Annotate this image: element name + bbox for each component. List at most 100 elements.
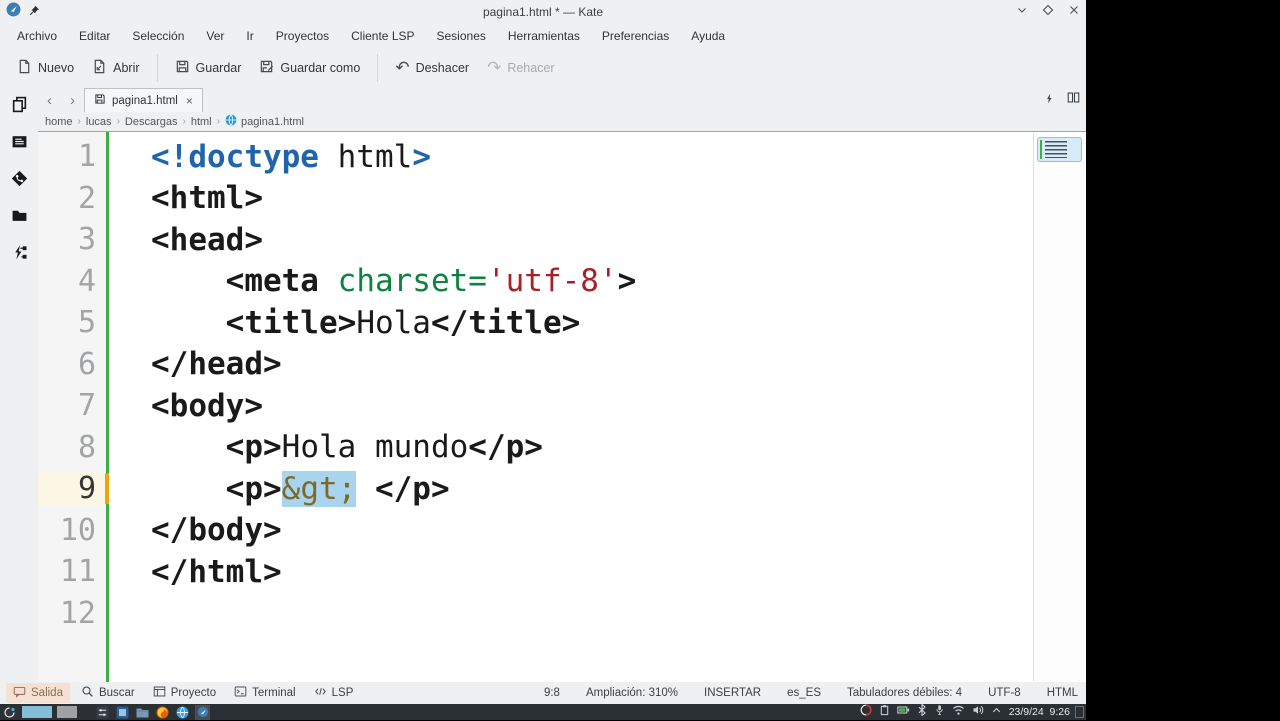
history-forward-icon[interactable]: ›	[61, 92, 84, 109]
token: html	[319, 139, 412, 175]
sidebar-tool-symbols[interactable]	[0, 236, 38, 273]
token: <title>	[226, 305, 357, 341]
menu-archivo[interactable]: Archivo	[6, 25, 68, 47]
code-line[interactable]: 9 <p>&gt; </p>	[38, 468, 1086, 510]
code-line[interactable]: 4 <meta charset='utf-8'>	[38, 261, 1086, 303]
close-button[interactable]	[1068, 3, 1080, 21]
editor[interactable]: 1<!doctype html>2<html>3<head>4 <meta ch…	[38, 131, 1086, 682]
kate-task-icon[interactable]	[195, 705, 210, 720]
code-line[interactable]: 8 <p>Hola mundo</p>	[38, 427, 1086, 469]
code-line[interactable]: 7<body>	[38, 385, 1086, 427]
statusbar-tool-lsp[interactable]: LSP	[307, 683, 361, 703]
guardar-como-button[interactable]: Guardar como	[250, 53, 369, 83]
history-back-icon[interactable]: ‹	[38, 92, 61, 109]
breadcrumb-file[interactable]: pagina1.html	[222, 114, 304, 129]
guardar-button[interactable]: Guardar	[166, 53, 251, 83]
code-line[interactable]: 12	[38, 593, 1086, 635]
maximize-button[interactable]	[1042, 3, 1054, 21]
wifi-tray-icon[interactable]	[952, 703, 965, 721]
battery-tray-icon[interactable]	[897, 703, 910, 721]
redo-icon: ↷	[487, 61, 501, 76]
breadcrumb-separator: ›	[115, 116, 122, 127]
token: <meta	[226, 263, 319, 299]
breadcrumb-segment[interactable]: html	[188, 116, 215, 128]
sidebar-tool-filesystem-browser[interactable]	[0, 199, 38, 236]
minimize-button[interactable]	[1016, 3, 1028, 21]
statusbar-tool-salida[interactable]: Salida	[6, 683, 70, 703]
search-icon	[81, 685, 94, 701]
volume-tray-icon[interactable]	[972, 703, 984, 721]
virtual-desktop-1[interactable]	[22, 706, 52, 718]
code-line[interactable]: 11</html>	[38, 551, 1086, 593]
menu-selección[interactable]: Selección	[121, 25, 195, 47]
sidebar-tool-git[interactable]	[0, 162, 38, 199]
minimap-viewport[interactable]	[1037, 137, 1082, 162]
firefox-task-icon[interactable]	[155, 705, 170, 720]
browser-task-icon[interactable]	[175, 705, 190, 720]
sidebar-tool-file-list[interactable]	[0, 125, 38, 162]
sidebar-tool-documents[interactable]	[0, 88, 38, 125]
quick-open-icon[interactable]	[1044, 91, 1055, 109]
statusbar-info-item[interactable]: INSERTAR	[704, 687, 761, 699]
code-line[interactable]: 2<html>	[38, 178, 1086, 220]
bluetooth-tray-icon[interactable]	[917, 703, 927, 721]
statusbar-info-item[interactable]: Tabuladores débiles: 4	[847, 687, 962, 699]
title-bar: pagina1.html * — Kate	[0, 0, 1086, 24]
menu-preferencias[interactable]: Preferencias	[591, 25, 680, 47]
statusbar-info-item[interactable]: Ampliación: 310%	[586, 687, 678, 699]
abrir-button[interactable]: Abrir	[83, 53, 148, 83]
token: <html>	[151, 180, 263, 216]
statusbar-info-item[interactable]: 9:8	[544, 687, 560, 699]
settings-task-icon[interactable]	[95, 705, 110, 720]
line-number: 8	[38, 430, 106, 465]
menu-proyectos[interactable]: Proyectos	[265, 25, 340, 47]
statusbar-tool-terminal[interactable]: Terminal	[227, 683, 302, 703]
code-line[interactable]: 5 <title>Hola</title>	[38, 302, 1086, 344]
statusbar-info-item[interactable]: es_ES	[787, 687, 821, 699]
code-line[interactable]: 1<!doctype html>	[38, 136, 1086, 178]
minimap-scrollbar[interactable]	[1033, 133, 1085, 681]
code-line[interactable]: 6</head>	[38, 344, 1086, 386]
tray-expander-icon[interactable]	[991, 703, 1002, 721]
statusbar-info-item[interactable]: UTF-8	[988, 687, 1021, 699]
nuevo-button[interactable]: Nuevo	[8, 53, 83, 83]
tool-sidebar	[0, 88, 38, 682]
code-line[interactable]: 3<head>	[38, 219, 1086, 261]
code-line[interactable]: 10</body>	[38, 510, 1086, 552]
breadcrumb-segment[interactable]: lucas	[83, 116, 115, 128]
statusbar-tool-buscar[interactable]: Buscar	[74, 683, 142, 703]
menu-sesiones[interactable]: Sesiones	[426, 25, 497, 47]
virtual-desktop-2[interactable]	[57, 706, 77, 718]
menu-ayuda[interactable]: Ayuda	[680, 25, 736, 47]
show-desktop-button[interactable]	[1075, 706, 1084, 718]
terminal-icon	[234, 685, 247, 701]
menu-ir[interactable]: Ir	[235, 25, 264, 47]
breadcrumb-segment[interactable]: home	[42, 116, 76, 128]
statusbar-info-item[interactable]: HTML	[1047, 687, 1078, 699]
menu-editar[interactable]: Editar	[68, 25, 121, 47]
token: </p>	[375, 471, 450, 507]
split-view-icon[interactable]	[1067, 91, 1080, 109]
blue-app-task-icon[interactable]	[115, 705, 130, 720]
menu-ver[interactable]: Ver	[195, 25, 235, 47]
recorder-tray-icon[interactable]	[860, 703, 872, 721]
app-launcher-icon[interactable]	[2, 705, 17, 720]
clock[interactable]: 23/9/24 9:26	[1009, 706, 1070, 718]
html-file-icon	[225, 114, 237, 129]
token	[319, 263, 338, 299]
file-manager-task-icon[interactable]	[135, 705, 150, 720]
menu-herramientas[interactable]: Herramientas	[497, 25, 591, 47]
tool-label: Salida	[31, 687, 63, 699]
clipboard-tray-icon[interactable]	[879, 703, 890, 721]
microphone-tray-icon[interactable]	[934, 703, 945, 721]
breadcrumb-separator: ›	[215, 116, 222, 127]
statusbar-tool-proyecto[interactable]: Proyecto	[146, 683, 223, 703]
breadcrumb-segment[interactable]: Descargas	[122, 116, 181, 128]
toolbar: NuevoAbrirGuardarGuardar como↶Deshacer↷R…	[0, 48, 1086, 88]
token: </body>	[151, 512, 282, 548]
tab-pagina1[interactable]: pagina1.html ×	[84, 88, 203, 112]
deshacer-button[interactable]: ↶Deshacer	[386, 55, 478, 82]
tab-close-icon[interactable]: ×	[186, 94, 193, 108]
menu-cliente-lsp[interactable]: Cliente LSP	[340, 25, 425, 47]
token: >	[618, 263, 637, 299]
